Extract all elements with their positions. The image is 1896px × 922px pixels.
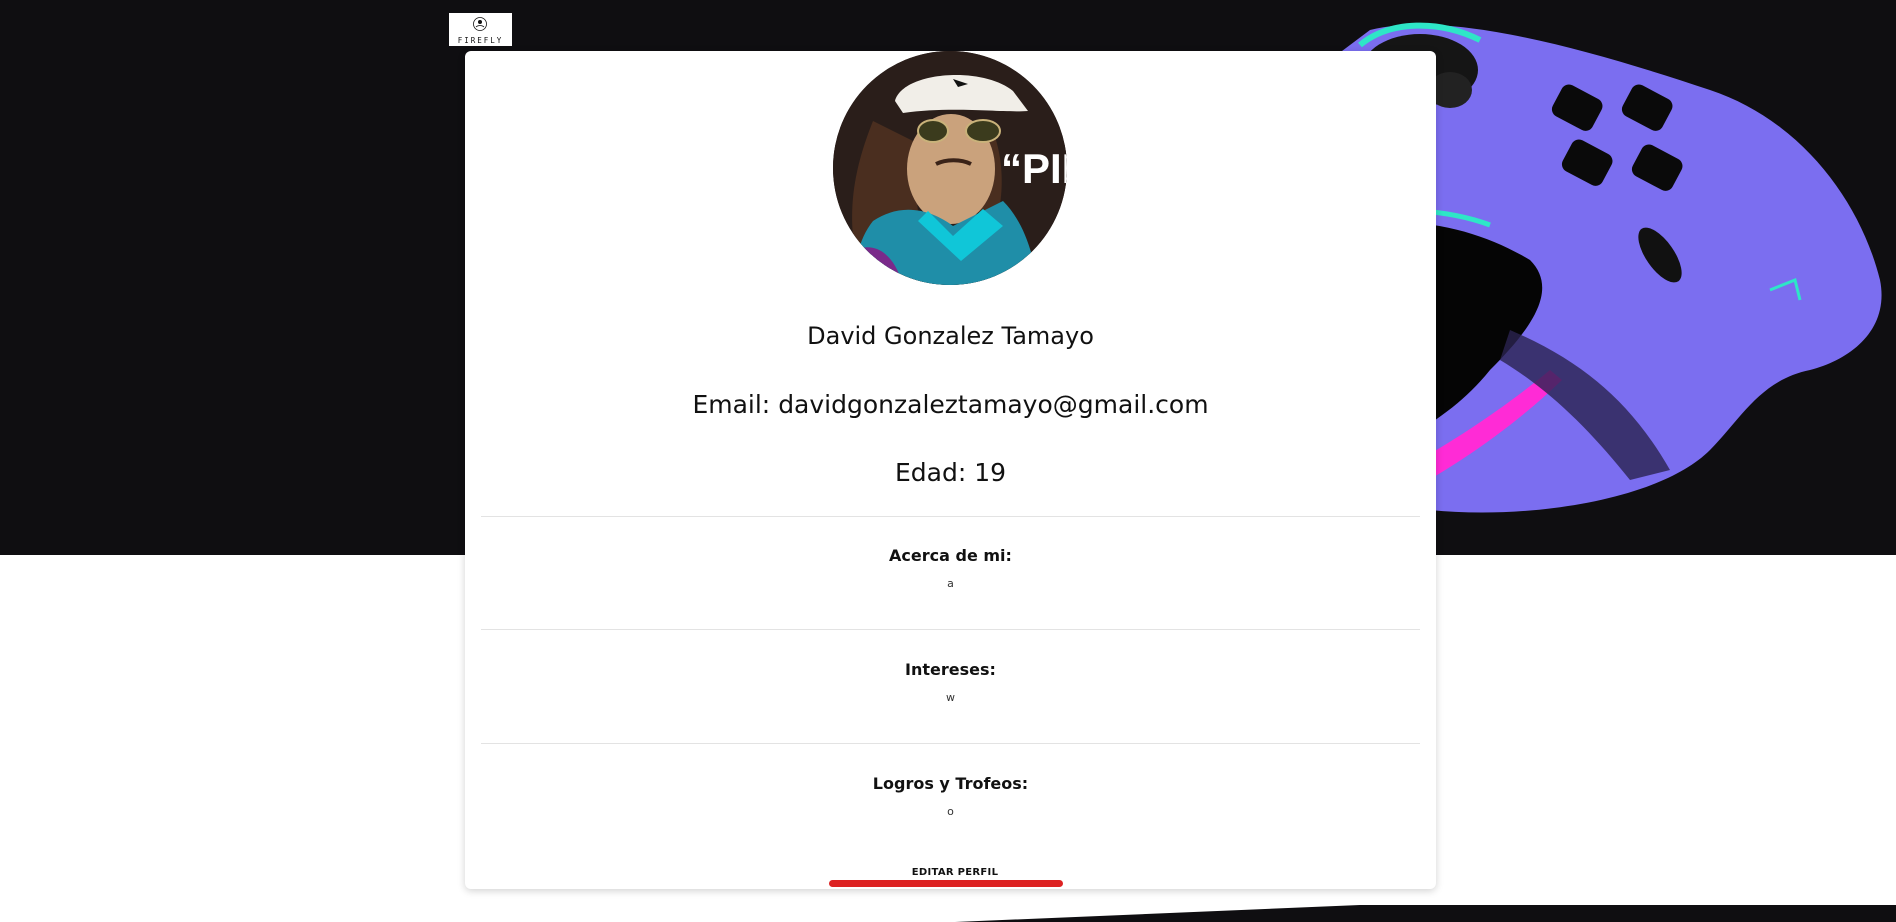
logo-text: FIREFLY [457,36,504,45]
divider [481,629,1420,630]
avatar-text: “PIEN [1001,145,1067,192]
age-label: Edad: [894,458,967,487]
email-value: davidgonzaleztamayo@gmail.com [778,390,1209,419]
avatar-image: “PIEN [833,51,1067,285]
divider [481,743,1420,744]
edit-profile-underline [829,880,1063,887]
profile-age: Edad: 19 [465,458,1436,487]
divider [481,516,1420,517]
achievements-value: o [947,805,954,818]
profile-card: “PIEN David Gonzalez Tamayo Email: david… [465,51,1436,889]
firefly-logo-icon [473,17,487,31]
email-label: Email: [692,390,771,419]
avatar: “PIEN [833,51,1067,285]
firefly-logo[interactable]: FIREFLY [449,13,512,46]
achievements-title: Logros y Trofeos: [872,774,1029,793]
about-value: a [947,577,954,590]
interests-value: w [946,691,955,704]
profile-name: David Gonzalez Tamayo [807,322,1094,350]
interests-title: Intereses: [905,660,996,679]
profile-email: Email: davidgonzaleztamayo@gmail.com [465,390,1436,419]
age-value: 19 [974,458,1007,487]
footer-wedge [955,905,1896,922]
edit-profile-button[interactable]: EDITAR PERFIL [838,867,1072,878]
about-title: Acerca de mi: [889,546,1012,565]
